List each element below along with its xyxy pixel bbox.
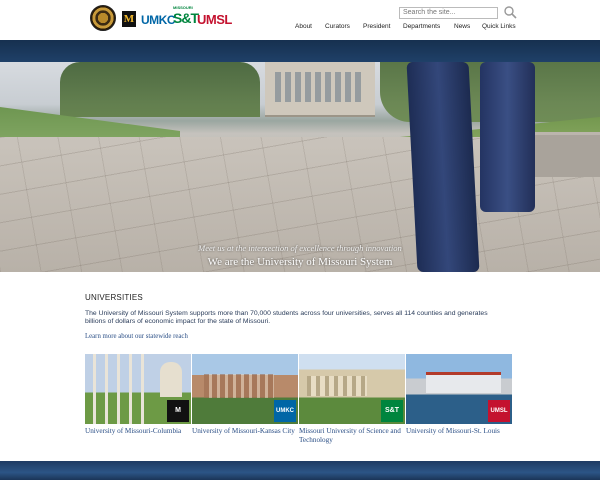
universities-description: The University of Missouri System suppor…	[85, 310, 488, 325]
nav-about[interactable]: About	[295, 23, 312, 30]
mst-logo[interactable]: MISSOURI S&T	[173, 5, 199, 26]
statewide-reach-link[interactable]: Learn more about our statewide reach	[85, 333, 188, 340]
hero-walking-person	[406, 62, 542, 272]
university-card-st-louis[interactable]: UMSL University of Missouri-St. Louis	[406, 354, 512, 436]
umsl-badge-icon: UMSL	[488, 400, 510, 422]
hero-top-band	[0, 40, 600, 62]
nav-quick-links[interactable]: Quick Links	[482, 23, 516, 30]
magnifier-icon	[504, 6, 517, 19]
hero-building	[265, 62, 375, 117]
nav-curators[interactable]: Curators	[325, 23, 350, 30]
university-name[interactable]: University of Missouri-Kansas City	[192, 427, 298, 436]
system-seal-logo[interactable]	[90, 5, 116, 31]
university-name[interactable]: Missouri University of Science and Techn…	[299, 427, 405, 444]
mst-logo-small-text: MISSOURI	[173, 5, 193, 10]
universities-heading: UNIVERSITIES	[85, 293, 143, 302]
st-louis-photo[interactable]: UMSL	[406, 354, 512, 424]
umkc-badge-icon: UMKC	[274, 400, 296, 422]
science-technology-photo[interactable]: S&T	[299, 354, 405, 424]
columbia-photo[interactable]: M	[85, 354, 191, 424]
nav-news[interactable]: News	[454, 23, 470, 30]
hero-tagline: Meet us at the intersection of excellenc…	[198, 243, 402, 253]
search-input[interactable]: Search the site...	[399, 7, 498, 19]
mu-badge-icon: M	[167, 400, 189, 422]
search-button[interactable]	[503, 5, 517, 19]
umkc-logo[interactable]: UMKC	[141, 13, 176, 27]
university-card-kansas-city[interactable]: UMKC University of Missouri-Kansas City	[192, 354, 298, 436]
umsl-logo[interactable]: UMSL	[197, 12, 232, 27]
hero-trees	[60, 62, 260, 117]
university-card-columbia[interactable]: M University of Missouri-Columbia	[85, 354, 191, 436]
hero-video[interactable]	[0, 62, 600, 272]
site-header: M UMKC MISSOURI S&T UMSL Search the site…	[0, 0, 600, 40]
nav-president[interactable]: President	[363, 23, 390, 30]
mst-badge-icon: S&T	[381, 400, 403, 422]
university-card-science-technology[interactable]: S&T Missouri University of Science and T…	[299, 354, 405, 444]
hero-headline: We are the University of Missouri System	[207, 256, 393, 268]
kansas-city-photo[interactable]: UMKC	[192, 354, 298, 424]
mst-logo-text: S&T	[173, 10, 199, 26]
university-name[interactable]: University of Missouri-St. Louis	[406, 427, 512, 436]
footer-band	[0, 461, 600, 480]
university-name[interactable]: University of Missouri-Columbia	[85, 427, 191, 436]
mu-logo[interactable]: M	[122, 11, 136, 27]
nav-departments[interactable]: Departments	[403, 23, 440, 30]
